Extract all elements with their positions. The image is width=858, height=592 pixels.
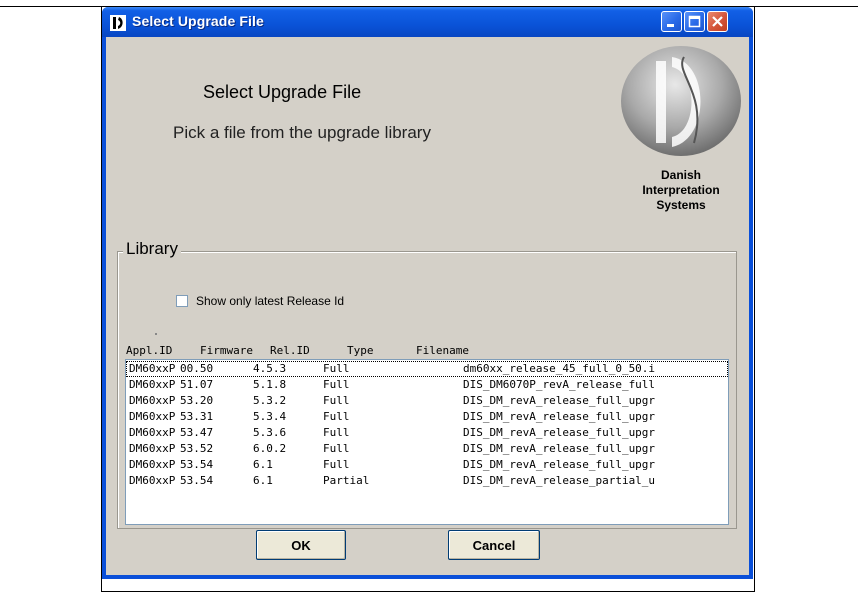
page-right-rule [754, 6, 755, 592]
cell-rel-id: 6.1 [253, 474, 273, 487]
cell-filename: DIS_DM_revA_release_full_upgr [463, 442, 656, 455]
cell-filename: DIS_DM_revA_release_full_upgr [463, 394, 656, 407]
list-item[interactable]: DM60xxP 53.20 5.3.2 Full DIS_DM_revA_release… [126, 393, 728, 409]
dialog-body: Select Upgrade File Pick a file from the… [106, 37, 749, 575]
cell-appl-id: DM60xxP [129, 394, 176, 407]
cell-filename: DIS_DM6070P_revA_release_full [463, 378, 656, 391]
list-item[interactable]: DM60xxP 53.47 5.3.6 Full DIS_DM_revA_release… [126, 425, 728, 441]
cell-firmware: 51.07 [180, 378, 214, 391]
cell-appl-id: DM60xxP [129, 442, 176, 455]
cell-type: Full [323, 426, 350, 439]
cancel-button[interactable]: Cancel [448, 530, 540, 560]
col-type: Type [347, 344, 374, 357]
cell-firmware: 53.31 [180, 410, 214, 423]
logo-caption: Danish Interpretation Systems [642, 168, 720, 212]
cell-firmware: 53.20 [180, 394, 214, 407]
list-item[interactable]: DM60xxP 51.07 5.1.8 Full DIS_DM6070P_revA_re… [126, 377, 728, 393]
col-firmware: Firmware [200, 344, 253, 357]
title-bar[interactable]: Select Upgrade File [102, 7, 753, 37]
cell-rel-id: 6.1 [253, 458, 273, 471]
cell-rel-id: 6.0.2 [253, 442, 287, 455]
minimize-button[interactable] [661, 11, 682, 32]
cell-firmware: 53.54 [180, 458, 214, 471]
cell-type: Full [323, 362, 350, 375]
cell-appl-id: DM60xxP [129, 474, 176, 487]
cell-appl-id: DM60xxP [129, 362, 176, 375]
cell-firmware: 53.52 [180, 442, 214, 455]
divider-mark [155, 333, 157, 335]
latest-release-label[interactable]: Show only latest Release Id [196, 294, 344, 308]
cell-filename: DIS_DM_revA_release_partial_u [463, 474, 656, 487]
list-item[interactable]: DM60xxP 53.31 5.3.4 Full DIS_DM_revA_release… [126, 409, 728, 425]
cell-filename: dm60xx_release_45_full_0_50.i [463, 362, 656, 375]
cell-type: Full [323, 442, 350, 455]
cell-type: Full [323, 458, 350, 471]
window-title: Select Upgrade File [132, 13, 264, 29]
list-item[interactable]: DM60xxP 53.52 6.0.2 Full DIS_DM_revA_release… [126, 441, 728, 457]
list-item[interactable]: DM60xxP 53.54 6.1 Full DIS_DM_revA_release_f… [126, 457, 728, 473]
cell-filename: DIS_DM_revA_release_full_upgr [463, 426, 656, 439]
cell-firmware: 00.50 [180, 362, 214, 375]
cell-appl-id: DM60xxP [129, 426, 176, 439]
cell-appl-id: DM60xxP [129, 458, 176, 471]
library-group-label: Library [123, 239, 181, 259]
cell-type: Full [323, 394, 350, 407]
cell-filename: DIS_DM_revA_release_full_upgr [463, 410, 656, 423]
col-rel-id: Rel.ID [270, 344, 310, 357]
cell-rel-id: 5.3.6 [253, 426, 287, 439]
cell-rel-id: 5.3.2 [253, 394, 287, 407]
col-filename: Filename [416, 344, 469, 357]
close-icon [712, 16, 723, 27]
cell-rel-id: 5.3.4 [253, 410, 287, 423]
list-item[interactable]: DM60xxP 53.54 6.1 Partial DIS_DM_revA_releas… [126, 473, 728, 489]
col-appl-id: Appl.ID [126, 344, 173, 357]
cell-type: Full [323, 410, 350, 423]
header-subtitle: Pick a file from the upgrade library [173, 123, 431, 142]
dialog-window: Select Upgrade File Select Upgrade File … [102, 7, 753, 579]
latest-release-checkbox[interactable] [176, 295, 188, 307]
cell-type: Full [323, 378, 350, 391]
cell-type: Partial [323, 474, 370, 487]
minimize-icon [667, 24, 674, 27]
library-list[interactable]: DM60xxP 00.50 4.5.3 Full dm60xx_release_45_f… [125, 359, 729, 525]
header-title: Select Upgrade File [203, 82, 362, 102]
cell-filename: DIS_DM_revA_release_full_upgr [463, 458, 656, 471]
list-item[interactable]: DM60xxP 00.50 4.5.3 Full dm60xx_release_45_f… [126, 361, 728, 377]
ok-button[interactable]: OK [256, 530, 346, 560]
cell-firmware: 53.47 [180, 426, 214, 439]
maximize-button[interactable] [684, 11, 705, 32]
cell-appl-id: DM60xxP [129, 410, 176, 423]
cell-rel-id: 5.1.8 [253, 378, 287, 391]
cell-appl-id: DM60xxP [129, 378, 176, 391]
dis-logo-icon [110, 15, 126, 31]
close-button[interactable] [707, 11, 728, 32]
cell-firmware: 53.54 [180, 474, 214, 487]
maximize-icon [688, 15, 701, 28]
cell-rel-id: 4.5.3 [253, 362, 287, 375]
